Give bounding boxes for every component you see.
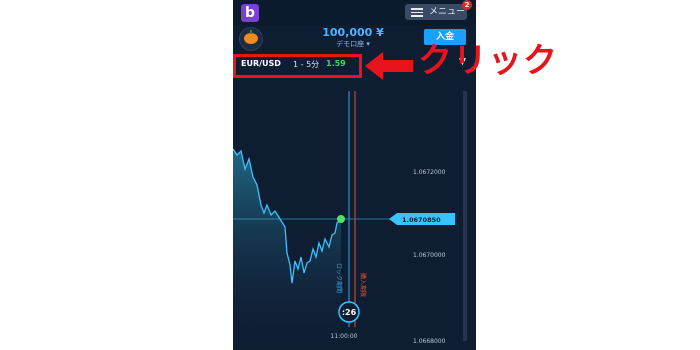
price-tick-3: 1.0668000 xyxy=(413,338,446,345)
price-tick-2: 1.0670000 xyxy=(413,252,446,259)
current-price-value: 1.0670850 xyxy=(402,216,441,224)
hamburger-icon xyxy=(411,8,423,17)
menu-label: メニュー xyxy=(429,7,466,17)
price-tick-1: 1.0672000 xyxy=(413,169,446,176)
purchase-deadline-label: 購入期限 xyxy=(359,273,367,297)
top-bar: b メニュー 2 xyxy=(233,0,476,25)
account-balance[interactable]: 100,000 ¥ xyxy=(313,26,393,39)
left-arrow-icon xyxy=(365,52,413,80)
highlight-box xyxy=(233,54,362,78)
app-logo[interactable]: b xyxy=(241,4,259,22)
countdown-timer-text: :26 xyxy=(342,308,357,317)
lock-period-label: ロック期間 xyxy=(335,263,343,293)
pumpkin-stem xyxy=(250,30,252,34)
current-point-marker xyxy=(337,215,345,223)
price-chart[interactable]: ロック期間 購入期限 1.0672000 1.0670000 1.0668000… xyxy=(233,77,476,350)
avatar[interactable] xyxy=(239,27,263,51)
time-axis-label: 11:00:00 xyxy=(331,333,358,340)
notification-badge: 2 xyxy=(462,0,472,10)
menu-button[interactable]: メニュー xyxy=(405,4,467,20)
account-type-selector[interactable]: デモ口座 ▾ xyxy=(313,39,393,49)
click-annotation: クリック xyxy=(418,41,558,81)
chart-scrollbar[interactable] xyxy=(463,91,467,341)
pumpkin-icon xyxy=(244,33,258,44)
